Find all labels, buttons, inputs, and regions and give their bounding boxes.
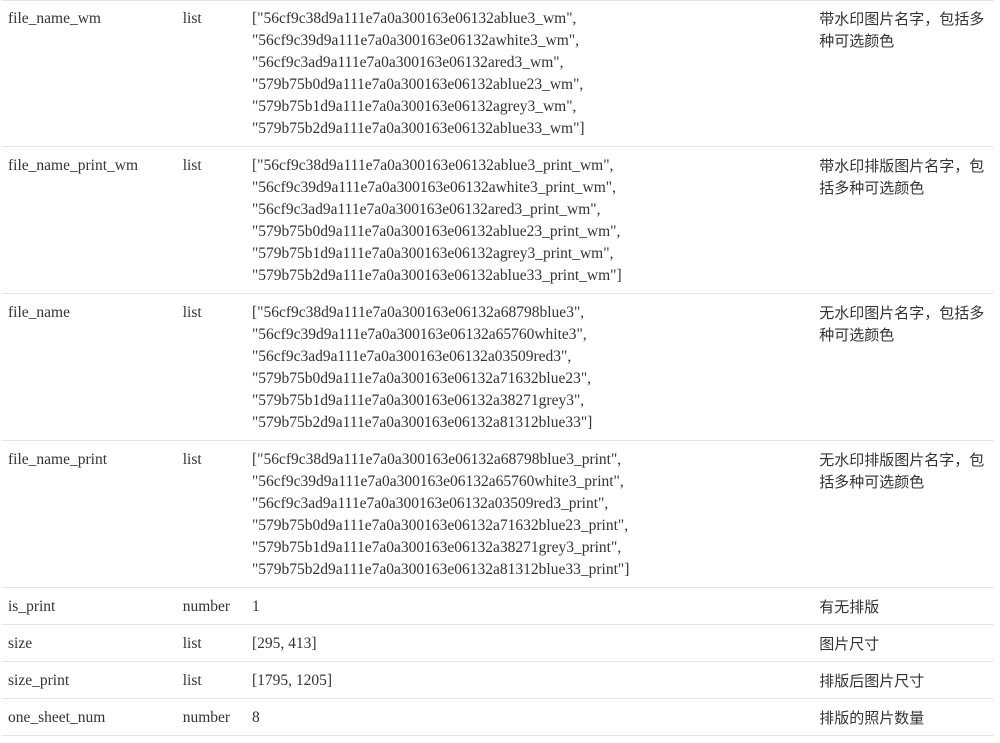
value-line: "56cf9c39d9a111e7a0a300163e06132awhite3_… [251, 179, 617, 196]
field-name: size [2, 624, 177, 662]
value-line: "579b75b1d9a111e7a0a300163e06132a38271gr… [251, 539, 622, 556]
value-line: "56cf9c3ad9a111e7a0a300163e06132ared3_pr… [251, 201, 601, 218]
field-type: list [176, 624, 246, 662]
value-line: "579b75b0d9a111e7a0a300163e06132a71632bl… [251, 370, 592, 387]
field-name: file_name_print [2, 440, 177, 588]
field-name: file_name_print_wm [2, 146, 177, 294]
field-type: list [176, 661, 246, 699]
field-value: 1 [245, 587, 814, 625]
field-type: list [176, 0, 246, 147]
table-row: file_name_print list ["56cf9c38d9a111e7a… [2, 440, 994, 588]
field-name: file_name_wm [2, 0, 177, 147]
value-line: "579b75b1d9a111e7a0a300163e06132agrey3_w… [251, 98, 577, 115]
field-table: file_name_wm list ["56cf9c38d9a111e7a0a3… [2, 0, 994, 736]
field-value: [1795, 1205] [245, 661, 814, 699]
value-line: "579b75b2d9a111e7a0a300163e06132ablue33_… [251, 267, 622, 284]
value-line: "56cf9c39d9a111e7a0a300163e06132a65760wh… [251, 473, 624, 490]
field-name: one_sheet_num [2, 698, 177, 736]
value-line: ["56cf9c38d9a111e7a0a300163e06132a68798b… [251, 304, 585, 321]
field-description: 有无排版 [813, 587, 994, 625]
value-line: "579b75b0d9a111e7a0a300163e06132ablue23_… [251, 76, 584, 93]
value-line: ["56cf9c38d9a111e7a0a300163e06132ablue3_… [251, 10, 577, 27]
field-name: is_print [2, 587, 177, 625]
table-row: is_print number 1 有无排版 [2, 587, 994, 625]
value-line: "579b75b0d9a111e7a0a300163e06132a71632bl… [251, 517, 629, 534]
value-line: [295, 413] [251, 635, 317, 652]
value-line: 1 [251, 598, 260, 615]
value-line: "579b75b2d9a111e7a0a300163e06132a81312bl… [251, 414, 593, 431]
field-value: 8 [245, 698, 814, 736]
field-type: list [176, 440, 246, 588]
field-description: 带水印图片名字，包括多种可选颜色 [813, 0, 994, 147]
field-type: number [176, 698, 246, 736]
value-line: 8 [251, 709, 260, 726]
value-line: ["56cf9c38d9a111e7a0a300163e06132ablue3_… [251, 157, 614, 174]
value-line: "56cf9c39d9a111e7a0a300163e06132a65760wh… [251, 326, 587, 343]
field-type: number [176, 587, 246, 625]
value-line: "56cf9c3ad9a111e7a0a300163e06132a03509re… [251, 495, 609, 512]
value-line: ["56cf9c38d9a111e7a0a300163e06132a68798b… [251, 451, 622, 468]
value-line: "56cf9c39d9a111e7a0a300163e06132awhite3_… [251, 32, 579, 49]
value-line: "56cf9c3ad9a111e7a0a300163e06132a03509re… [251, 348, 572, 365]
table-row: file_name list ["56cf9c38d9a111e7a0a3001… [2, 293, 994, 441]
value-line: "56cf9c3ad9a111e7a0a300163e06132ared3_wm… [251, 54, 564, 71]
field-value: ["56cf9c38d9a111e7a0a300163e06132ablue3_… [245, 146, 814, 294]
field-description: 图片尺寸 [813, 624, 994, 662]
field-value: ["56cf9c38d9a111e7a0a300163e06132ablue3_… [245, 0, 814, 147]
field-description: 带水印排版图片名字，包括多种可选颜色 [813, 146, 994, 294]
value-line: "579b75b2d9a111e7a0a300163e06132a81312bl… [251, 561, 630, 578]
table-row: size_print list [1795, 1205] 排版后图片尺寸 [2, 661, 994, 699]
table-row: size list [295, 413] 图片尺寸 [2, 624, 994, 662]
table-row: file_name_print_wm list ["56cf9c38d9a111… [2, 146, 994, 294]
field-value: ["56cf9c38d9a111e7a0a300163e06132a68798b… [245, 440, 814, 588]
field-name: file_name [2, 293, 177, 441]
value-line: [1795, 1205] [251, 672, 333, 689]
value-line: "579b75b2d9a111e7a0a300163e06132ablue33_… [251, 120, 585, 137]
field-description: 排版后图片尺寸 [813, 661, 994, 699]
field-value: ["56cf9c38d9a111e7a0a300163e06132a68798b… [245, 293, 814, 441]
field-value: [295, 413] [245, 624, 814, 662]
value-line: "579b75b1d9a111e7a0a300163e06132agrey3_p… [251, 245, 614, 262]
value-line: "579b75b1d9a111e7a0a300163e06132a38271gr… [251, 392, 585, 409]
field-type: list [176, 146, 246, 294]
field-description: 排版的照片数量 [813, 698, 994, 736]
table-row: one_sheet_num number 8 排版的照片数量 [2, 698, 994, 736]
value-line: "579b75b0d9a111e7a0a300163e06132ablue23_… [251, 223, 621, 240]
field-table-body: file_name_wm list ["56cf9c38d9a111e7a0a3… [2, 0, 994, 736]
field-name: size_print [2, 661, 177, 699]
field-description: 无水印排版图片名字，包括多种可选颜色 [813, 440, 994, 588]
table-row: file_name_wm list ["56cf9c38d9a111e7a0a3… [2, 0, 994, 147]
field-description: 无水印图片名字，包括多种可选颜色 [813, 293, 994, 441]
field-type: list [176, 293, 246, 441]
